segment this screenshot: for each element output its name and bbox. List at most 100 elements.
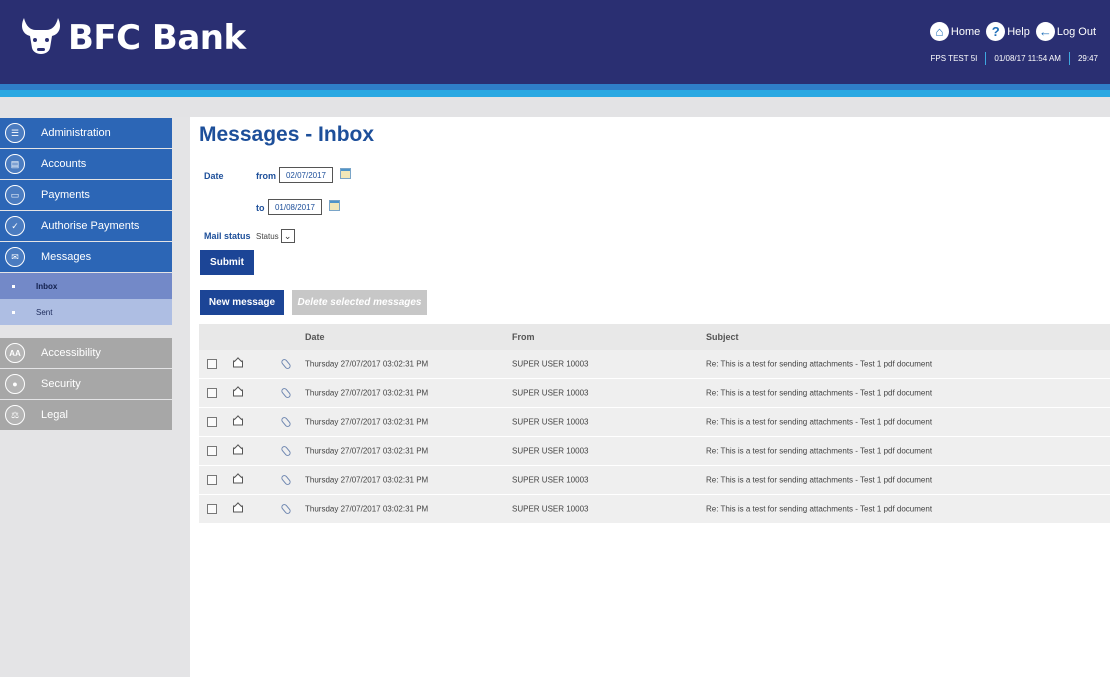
row-subject[interactable]: Re: This is a test for sending attachmen… [706,447,932,456]
mail-status-label: Mail status [204,231,251,241]
sidebar-item-authorise-payments[interactable]: ✓ Authorise Payments [0,211,172,241]
table-row[interactable]: Thursday 27/07/2017 03:02:31 PM SUPER US… [199,466,1110,495]
sidebar-subitem-label: Sent [36,307,53,317]
attachment-icon [280,415,292,429]
session-timer: 29:47 [1077,54,1098,63]
sidebar-subitem-label: Inbox [36,281,58,291]
row-checkbox[interactable] [207,417,217,427]
messages-table: Date From Subject Thursday 27/07/2017 03… [199,324,1110,524]
table-row[interactable]: Thursday 27/07/2017 03:02:31 PM SUPER US… [199,350,1110,379]
attachment-icon [280,357,292,371]
row-checkbox[interactable] [207,446,217,456]
row-date: Thursday 27/07/2017 03:02:31 PM [305,417,429,427]
sidebar-item-messages[interactable]: ✉ Messages [0,242,172,272]
row-checkbox[interactable] [207,475,217,485]
home-icon: ⌂ [929,22,949,41]
new-message-button[interactable]: New message [200,290,284,315]
page-title: Messages - Inbox [199,123,375,146]
mail-status-select[interactable]: Status ⌄ [256,229,295,243]
to-date-input[interactable]: 01/08/2017 [268,199,322,215]
delete-selected-button[interactable]: Delete selected messages [292,290,427,315]
gavel-icon: ⚖ [5,405,25,425]
table-row[interactable]: Thursday 27/07/2017 03:02:31 PM SUPER US… [199,379,1110,408]
header-from[interactable]: From [512,332,535,342]
sidebar-item-administration[interactable]: ☰ Administration [0,118,172,148]
sidebar-subitem-inbox[interactable]: Inbox [0,273,172,299]
row-date: Thursday 27/07/2017 03:02:31 PM [305,446,429,456]
header-subject[interactable]: Subject [706,332,739,342]
envelope-open-icon [233,505,243,513]
from-date-input[interactable]: 02/07/2017 [279,167,333,183]
sidebar-item-accounts[interactable]: ▤ Accounts [0,149,172,179]
sidebar-subitem-sent[interactable]: Sent [0,299,172,325]
header-stripe-accent [0,90,1110,97]
table-row[interactable]: Thursday 27/07/2017 03:02:31 PM SUPER US… [199,408,1110,437]
logout-link[interactable]: ← Log Out [1035,22,1096,41]
sidebar-item-label: Accounts [41,158,87,170]
lock-icon: ● [5,374,25,394]
sidebar-item-label: Legal [41,409,68,421]
date-label: Date [204,171,224,181]
session-info: FPS TEST 5I 01/08/17 11:54 AM 29:47 [931,52,1098,65]
sidebar-item-security[interactable]: ● Security [0,369,172,399]
row-checkbox[interactable] [207,359,217,369]
attachment-icon [280,444,292,458]
home-link[interactable]: ⌂ Home [929,22,981,41]
attachment-icon [280,473,292,487]
row-subject[interactable]: Re: This is a test for sending attachmen… [706,360,932,369]
divider [1068,52,1070,65]
envelope-open-icon [233,418,243,426]
table-row[interactable]: Thursday 27/07/2017 03:02:31 PM SUPER US… [199,495,1110,524]
row-from: SUPER USER 10003 [512,504,589,514]
sidebar-item-label: Accessibility [41,347,101,359]
home-label: Home [950,25,981,38]
attachment-icon [280,502,292,516]
calendar-icon[interactable] [329,200,340,211]
chevron-down-icon[interactable]: ⌄ [280,229,295,243]
header-date[interactable]: Date [305,332,325,342]
envelope-icon: ✉ [5,247,25,267]
row-date: Thursday 27/07/2017 03:02:31 PM [305,388,429,398]
submit-button[interactable]: Submit [200,250,254,275]
brand-name: BFC Bank [68,18,246,58]
help-link[interactable]: ? Help [986,22,1030,41]
sidebar-item-payments[interactable]: ▭ Payments [0,180,172,210]
sidebar-item-label: Messages [41,251,92,263]
envelope-open-icon [233,447,243,455]
to-label: to [256,203,265,213]
row-from: SUPER USER 10003 [512,388,589,398]
attachment-icon [280,386,292,400]
bullet-icon [12,310,15,314]
envelope-open-icon [233,360,243,368]
calendar-icon[interactable] [340,168,351,179]
payments-icon: ▭ [5,185,25,205]
row-date: Thursday 27/07/2017 03:02:31 PM [305,475,429,485]
top-nav: ⌂ Home ? Help ← Log Out [924,22,1096,41]
sidebar-item-label: Administration [41,127,111,139]
help-label: Help [1007,25,1030,38]
help-icon: ? [986,22,1006,41]
row-date: Thursday 27/07/2017 03:02:31 PM [305,504,429,514]
sidebar-item-accessibility[interactable]: AA Accessibility [0,338,172,368]
row-date: Thursday 27/07/2017 03:02:31 PM [305,359,429,369]
status-select-value: Status [256,231,279,241]
session-user: FPS TEST 5I [930,54,978,63]
header-spacer [0,97,1110,117]
row-from: SUPER USER 10003 [512,475,589,485]
list-icon: ☰ [5,123,25,143]
brand-logo[interactable]: BFC Bank [18,14,246,62]
bull-logo-icon [22,18,60,54]
logout-arrow-icon: ← [1035,22,1055,41]
row-subject[interactable]: Re: This is a test for sending attachmen… [706,476,932,485]
sidebar-item-legal[interactable]: ⚖ Legal [0,400,172,430]
row-checkbox[interactable] [207,388,217,398]
row-checkbox[interactable] [207,504,217,514]
row-subject[interactable]: Re: This is a test for sending attachmen… [706,505,932,514]
row-subject[interactable]: Re: This is a test for sending attachmen… [706,389,932,398]
table-row[interactable]: Thursday 27/07/2017 03:02:31 PM SUPER US… [199,437,1110,466]
document-icon: ▤ [5,154,25,174]
divider [985,52,987,65]
from-label: from [256,171,276,181]
row-subject[interactable]: Re: This is a test for sending attachmen… [706,418,932,427]
main-content: Messages - Inbox Date from 02/07/2017 to… [190,117,1110,677]
